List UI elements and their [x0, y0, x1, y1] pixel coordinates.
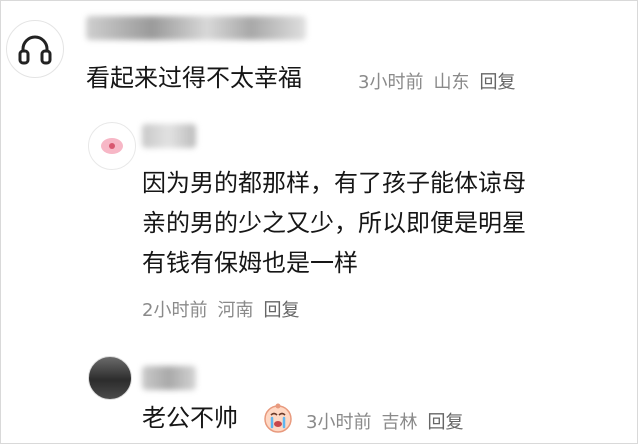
comment-3-location: 吉林 [381, 412, 418, 433]
comment-1-location: 山东 [433, 72, 470, 93]
comment-2-line-3: 有钱有保姆也是一样 [142, 249, 358, 277]
comment-1-text: 看起来过得不太幸福 [86, 64, 302, 92]
record-disc-icon-graphic [101, 138, 123, 154]
comment-1-time: 3小时前 [358, 72, 424, 93]
comment-3-meta: 3小时前 吉林 回复 [306, 408, 473, 434]
crying-face-emoji-icon [262, 402, 294, 434]
commenter-3-name-blurred [142, 366, 196, 390]
comment-3-time: 3小时前 [306, 412, 372, 433]
comment-2-location: 河南 [217, 300, 254, 321]
comment-2-time: 2小时前 [142, 300, 208, 321]
record-disc-icon[interactable] [88, 122, 136, 170]
comment-2-reply-button[interactable]: 回复 [263, 296, 299, 322]
comment-2-line-2: 亲的男的少之又少，所以即便是明星 [142, 209, 526, 237]
headphones-icon[interactable] [6, 20, 64, 78]
headphones-icon-graphic [18, 35, 52, 65]
comment-1-meta: 3小时前 山东 回复 [358, 68, 525, 94]
dark-photo-avatar[interactable] [88, 356, 132, 400]
commenter-2-name-blurred [142, 124, 196, 148]
comment-2-meta: 2小时前 河南 回复 [142, 296, 309, 322]
comment-1-reply-button[interactable]: 回复 [479, 68, 515, 94]
commenter-1-name-blurred [86, 16, 306, 40]
comment-3-reply-button[interactable]: 回复 [427, 408, 463, 434]
comment-3-text: 老公不帅 [142, 404, 238, 432]
comment-2-line-1: 因为男的都那样，有了孩子能体谅母 [142, 169, 526, 197]
